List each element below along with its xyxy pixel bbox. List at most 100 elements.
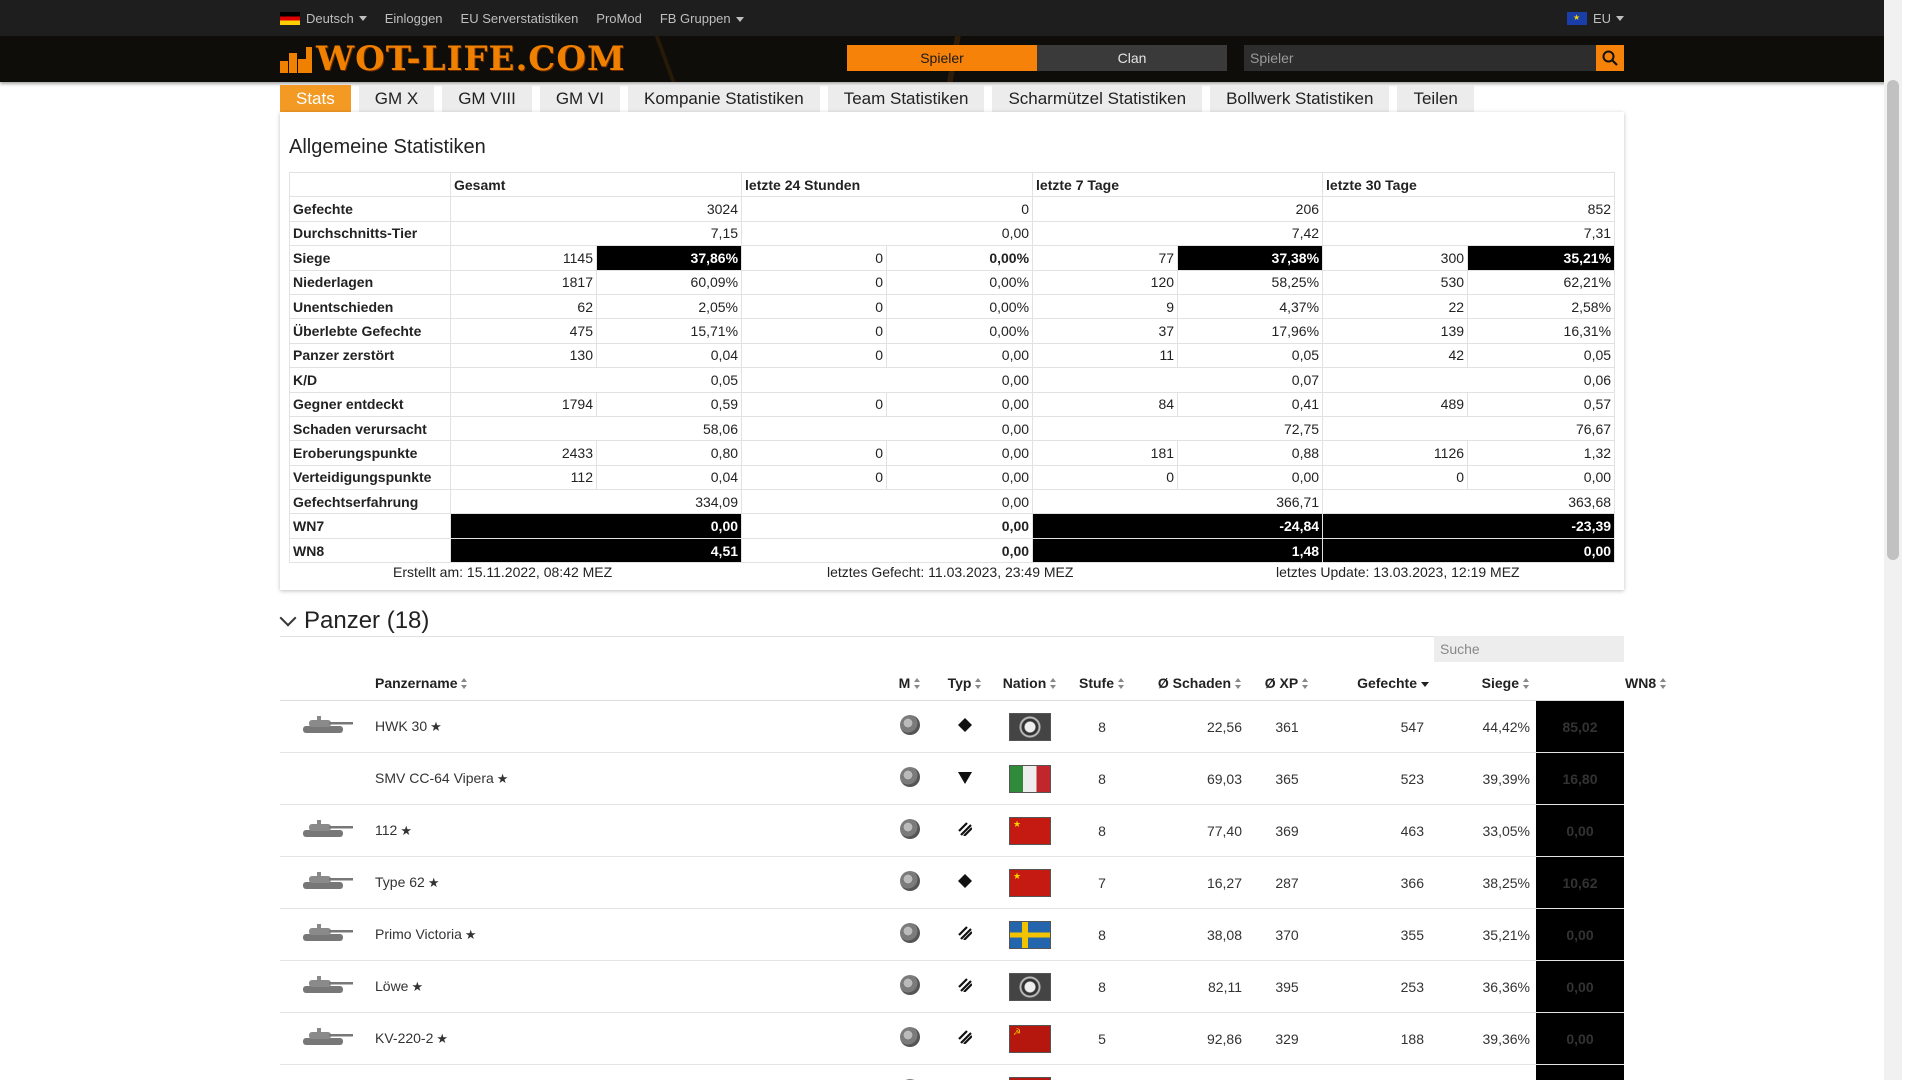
sort-header-col-6[interactable]: Ø XP (1248, 666, 1326, 701)
tank-name-cell[interactable]: Löwe ★ (374, 960, 884, 1013)
stats-cell: 0 (741, 196, 1034, 222)
mastery-cell (884, 804, 936, 857)
sort-icon (1660, 678, 1667, 690)
stats-cell: 37,38% (1177, 245, 1324, 271)
tank-row[interactable]: 112★ 877,4036946333,05%0,00 (280, 804, 1624, 857)
stats-title: Allgemeine Statistiken (289, 136, 486, 158)
chevron-down-icon (279, 609, 297, 627)
tab-team-statistiken[interactable]: Team Statistiken (827, 85, 985, 112)
site-logo[interactable]: WOT-LIFE.COM (280, 39, 626, 79)
avg-damage-cell: 38,08 (1138, 908, 1248, 961)
tab-gm-vi[interactable]: GM VI (539, 85, 620, 112)
player-search-input[interactable] (1244, 45, 1590, 71)
tank-row[interactable]: SMV CC-64 Vipera ★ 8 69,03 365 523 39,39% 16,80 (280, 752, 1624, 805)
language-selector[interactable]: Deutsch (280, 11, 367, 26)
stats-row-label: Unentschieden (289, 293, 451, 320)
stats-cell: 0,00% (886, 293, 1034, 320)
header-spacer (1536, 666, 1624, 701)
nation-flag-icon (1009, 764, 1051, 793)
sort-header-name[interactable]: Panzername (374, 666, 884, 701)
stats-cell: 37 (1032, 318, 1179, 344)
tank-name-cell[interactable]: 112 ★ (374, 804, 884, 857)
stats-cell: 0,00 (741, 489, 1034, 515)
tank-row[interactable]: Primo Victoria ★ 8 38,08 370 355 35,21% 0,00 (280, 908, 1624, 961)
tab-gm-x[interactable]: GM X (358, 85, 435, 112)
stats-row-label: Durchschnitts-Tier (289, 220, 451, 247)
stats-cell: 0,00 (741, 513, 1034, 539)
sort-icon (461, 678, 468, 690)
sort-header-col-1[interactable]: M (884, 666, 936, 701)
player-mode-button[interactable]: Spieler (847, 45, 1037, 71)
panzer-section-toggle[interactable]: Panzer (18) (279, 607, 429, 635)
type-cell (936, 804, 994, 857)
stats-cell: 0 (741, 293, 888, 320)
tank-row[interactable]: Type 62★ 716,2728736638,25%10,62 (280, 856, 1624, 909)
stats-row: K/D 0,05 0,00 0,07 0,06 (289, 367, 1616, 393)
stats-cell: 77 (1032, 245, 1179, 271)
login-link[interactable]: Einloggen (385, 11, 443, 26)
stats-row: Gefechtserfahrung 334,09 0,00 366,71 363,68 (289, 489, 1616, 515)
tab-gm-viii[interactable]: GM VIII (442, 85, 532, 112)
tier-cell: 8 (1066, 960, 1138, 1013)
search-button[interactable] (1596, 45, 1624, 71)
wn8-cell: 0,00 (1536, 960, 1624, 1013)
tank-row[interactable]: SU-2-122★ 5181,2722011726,50%73,41 (280, 1064, 1624, 1080)
tank-name: Type 62 (375, 874, 425, 890)
stats-row: Unentschieden 62 2,05% 0 0,00% 9 4,37% 22 2,58% (289, 293, 1616, 320)
tank-row[interactable]: KV-220-2★ 592,8632918839,36%0,00 (280, 1012, 1624, 1065)
header-label: Nation (1002, 675, 1047, 691)
promod-link[interactable]: ProMod (596, 11, 642, 26)
sort-header-col-7[interactable]: Gefechte (1326, 666, 1434, 701)
tank-name-cell[interactable]: KV-220-2 ★ (374, 1012, 884, 1065)
type-cell (936, 856, 994, 909)
tab-bollwerk-statistiken[interactable]: Bollwerk Statistiken (1210, 85, 1390, 112)
scrollbar-thumb[interactable] (1887, 80, 1899, 560)
winrate-cell: 26,50% (1434, 1064, 1536, 1080)
stats-cell: 112 (450, 464, 597, 491)
stats-cell: 0 (1322, 464, 1469, 491)
mastery-badge-icon (900, 767, 920, 787)
tank-name-cell[interactable]: Type 62 ★ (374, 856, 884, 909)
last-update-date: letztes Update: 13.03.2023, 12:19 MEZ (1276, 564, 1520, 580)
header-label: Stufe (1079, 675, 1114, 691)
stats-cell: 0 (741, 245, 888, 271)
tank-name: 112 (375, 822, 398, 838)
tank-name-cell[interactable]: Primo Victoria ★ (374, 908, 884, 961)
header-label: Gefechte (1357, 675, 1417, 691)
sort-header-col-5[interactable]: Ø Schaden (1138, 666, 1248, 701)
sort-header-col-2[interactable]: Typ (936, 666, 994, 701)
fb-groups-menu[interactable]: FB Gruppen (660, 11, 744, 26)
sort-icon (1118, 678, 1125, 690)
sort-header-col-3[interactable]: Nation (994, 666, 1066, 701)
mastery-cell (884, 960, 936, 1013)
tab-kompanie-statistiken[interactable]: Kompanie Statistiken (628, 85, 820, 112)
tank-row[interactable]: Löwe ★ 8 82,11 395 253 36,36% 0,00 (280, 960, 1624, 1013)
tank-name-cell[interactable]: SU-2-122★ (374, 1064, 884, 1080)
stats-column-header: letzte 30 Tage (1322, 171, 1616, 198)
winrate-cell: 39,36% (1434, 1012, 1536, 1065)
sort-header-col-8[interactable]: Siege (1434, 666, 1536, 701)
tab-scharm-tzel-statistiken[interactable]: Scharmützel Statistiken (992, 85, 1203, 112)
tank-name-cell[interactable]: SMV CC-64 Vipera ★ (374, 752, 884, 805)
page-scrollbar[interactable] (1884, 0, 1902, 1080)
language-label: Deutsch (306, 10, 354, 26)
stats-cell: 2,58% (1467, 293, 1616, 320)
tank-row[interactable]: HWK 30 ★ 8 22,56 361 547 44,42% 85,02 (280, 700, 1624, 753)
sort-header-col-4[interactable]: Stufe (1066, 666, 1138, 701)
tank-name: HWK 30 (375, 718, 428, 734)
avg-damage-cell: 22,56 (1138, 700, 1248, 753)
stats-cell: 0,06 (1322, 367, 1616, 393)
stats-cell: 9 (1032, 293, 1179, 320)
tank-name-cell[interactable]: HWK 30 ★ (374, 700, 884, 753)
avg-xp-cell: 395 (1248, 960, 1326, 1013)
region-selector[interactable]: EU (1566, 0, 1624, 36)
star-icon: ★ (436, 1031, 449, 1046)
tab-stats[interactable]: Stats (280, 85, 351, 112)
stats-row-label: WN8 (289, 537, 451, 564)
stats-cell: 0,05 (449, 367, 743, 393)
server-stats-link[interactable]: EU Serverstatistiken (461, 11, 579, 26)
clan-mode-button[interactable]: Clan (1037, 45, 1227, 71)
tab-teilen[interactable]: Teilen (1397, 85, 1474, 112)
stats-row-label: Überlebte Gefechte (289, 318, 451, 344)
tank-search-input[interactable] (1434, 636, 1626, 662)
